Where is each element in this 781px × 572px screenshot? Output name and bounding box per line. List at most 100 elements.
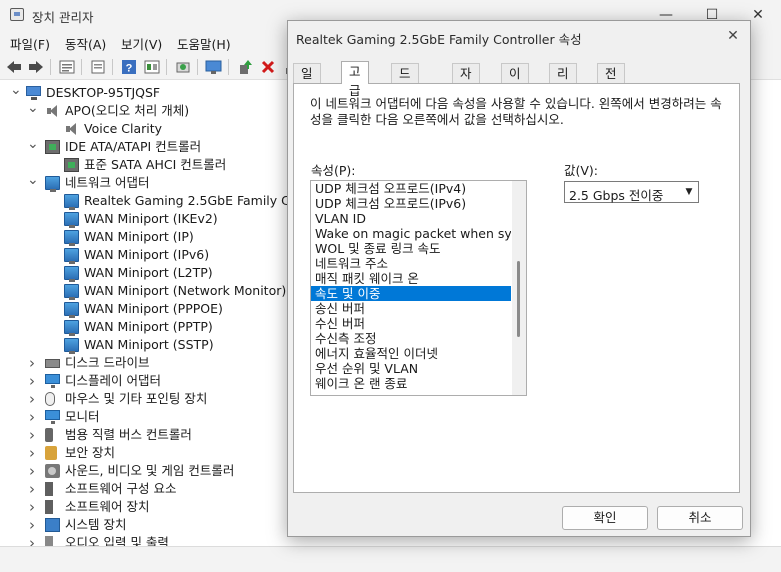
menu-view[interactable]: 보기(V) [121,34,162,53]
properties-dialog: Realtek Gaming 2.5GbE Family Controller … [287,20,751,537]
tree-item-label: Voice Clarity [84,121,163,136]
property-item-selected[interactable]: 속도 및 이중 [311,286,511,301]
value-dropdown[interactable]: 2.5 Gbps 전이중 ▼ [564,181,699,203]
chevron-right-icon[interactable]: › [27,390,37,408]
tab-advanced[interactable]: 고급 [341,61,369,98]
network-adapter-icon [64,320,79,336]
property-item[interactable]: 수신 버퍼 [311,316,511,331]
tree-item-label: WAN Miniport (L2TP) [84,265,213,280]
disk-icon [45,359,60,368]
show-hidden-icon[interactable] [143,58,161,76]
update-driver-icon[interactable] [174,58,192,76]
chevron-down-icon[interactable]: ⌄ [27,137,39,156]
forward-arrow-icon[interactable] [27,58,45,76]
chevron-right-icon[interactable]: › [27,516,37,534]
property-item[interactable]: 매직 패킷 웨이크 온 [311,271,511,286]
tab-power-management[interactable]: 전원 관리 [597,63,625,138]
listbox-scrollbar[interactable] [512,181,526,395]
uninstall-icon[interactable] [259,58,277,76]
ok-button[interactable]: 확인 [562,506,648,530]
display-adapter-icon [45,374,60,388]
tab-details[interactable]: 자세히 [452,63,480,119]
network-adapter-icon [64,302,79,318]
chevron-right-icon[interactable]: › [27,480,37,498]
tab-resources[interactable]: 리소스 [549,63,577,119]
svg-text:?: ? [126,63,133,75]
network-adapter-icon [45,176,60,192]
chip-icon [45,140,60,154]
property-item[interactable]: UDP 체크섬 오프로드(IPv6) [311,196,511,211]
tree-item-label: WAN Miniport (IP) [84,229,194,244]
audio-io-icon [45,536,53,546]
tree-item-label: 디스크 드라이브 [65,355,150,370]
network-adapter-icon [64,212,79,228]
network-adapter-icon [64,248,79,264]
network-adapter-icon [64,230,79,246]
value-dropdown-text: 2.5 Gbps 전이중 [569,188,664,203]
property-listbox[interactable]: UDP 체크섬 오프로드(IPv4) UDP 체크섬 오프로드(IPv6) VLAN… [310,180,527,396]
scan-hardware-icon[interactable] [205,58,223,76]
chevron-down-icon[interactable]: ⌄ [27,101,39,120]
tab-events[interactable]: 이벤트 [501,63,529,119]
security-key-icon [45,446,57,460]
property-item[interactable]: 수신측 조정 [311,331,511,346]
property-item[interactable]: UDP 체크섬 오프로드(IPv4) [311,181,511,196]
value-label: 값(V): [564,163,599,178]
chevron-down-icon[interactable]: ⌄ [10,83,22,102]
dialog-close-button[interactable]: ✕ [722,26,744,46]
network-adapter-icon [64,284,79,300]
property-item[interactable]: Wake on magic packet when system [311,226,511,241]
tab-driver[interactable]: 드라이버 [391,63,419,138]
back-arrow-icon[interactable] [5,58,23,76]
menu-file[interactable]: 파일(F) [10,34,50,53]
tree-item-label: WAN Miniport (PPPOE) [84,301,223,316]
menu-action[interactable]: 동작(A) [65,34,106,53]
chevron-right-icon[interactable]: › [27,444,37,462]
tree-item-label: 오디오 입력 및 출력 [65,535,169,546]
speaker-icon [45,104,60,118]
window-title: 장치 관리자 [32,10,94,25]
property-item[interactable]: 웨이크 온 랜 종료 [311,376,511,391]
tree-item-label: WAN Miniport (IKEv2) [84,211,218,226]
tree-item-label: 사운드, 비디오 및 게임 컨트롤러 [65,463,235,478]
tree-item-label: WAN Miniport (IPv6) [84,247,210,262]
tree-item-label: 네트워크 어댑터 [65,175,150,190]
help-icon[interactable]: ? [120,58,138,76]
tab-general[interactable]: 일반 [293,63,321,100]
properties-icon[interactable] [58,58,76,76]
network-adapter-icon [64,338,79,354]
tree-item-label: 보안 장치 [65,445,115,460]
property-label: 속성(P): [311,163,356,178]
mouse-icon [45,392,55,406]
status-bar [0,546,781,572]
scrollbar-thumb[interactable] [517,261,520,337]
property-item[interactable]: WOL 및 종료 링크 속도 [311,241,511,256]
property-item[interactable]: VLAN ID [311,211,511,226]
property-item[interactable]: 송신 버퍼 [311,301,511,316]
computer-icon [26,86,41,100]
enable-device-icon[interactable] [236,58,254,76]
chevron-right-icon[interactable]: › [27,498,37,516]
chevron-right-icon[interactable]: › [27,408,37,426]
chevron-right-icon[interactable]: › [27,354,37,372]
chevron-right-icon[interactable]: › [27,426,37,444]
usb-icon [45,428,53,442]
system-device-icon [45,518,60,532]
chevron-right-icon[interactable]: › [27,534,37,546]
property-item[interactable]: 에너지 효율적인 이더넷 [311,346,511,361]
device-manager-icon [10,8,24,21]
tree-item-label: IDE ATA/ATAPI 컨트롤러 [65,139,202,154]
cancel-button[interactable]: 취소 [657,506,743,530]
software-device-icon [45,500,53,514]
toolbar-separator [112,59,113,75]
property-item[interactable]: 우선 순위 및 VLAN [311,361,511,376]
chevron-right-icon[interactable]: › [27,372,37,390]
property-item[interactable]: 네트워크 주소 [311,256,511,271]
menu-help[interactable]: 도움말(H) [177,34,231,53]
speaker-icon [64,122,79,136]
chevron-down-icon[interactable]: ⌄ [27,173,39,192]
chevron-down-icon[interactable]: ▼ [681,183,697,201]
tree-item-label: 범용 직렬 버스 컨트롤러 [65,427,192,442]
print-icon[interactable] [89,58,107,76]
chevron-right-icon[interactable]: › [27,462,37,480]
